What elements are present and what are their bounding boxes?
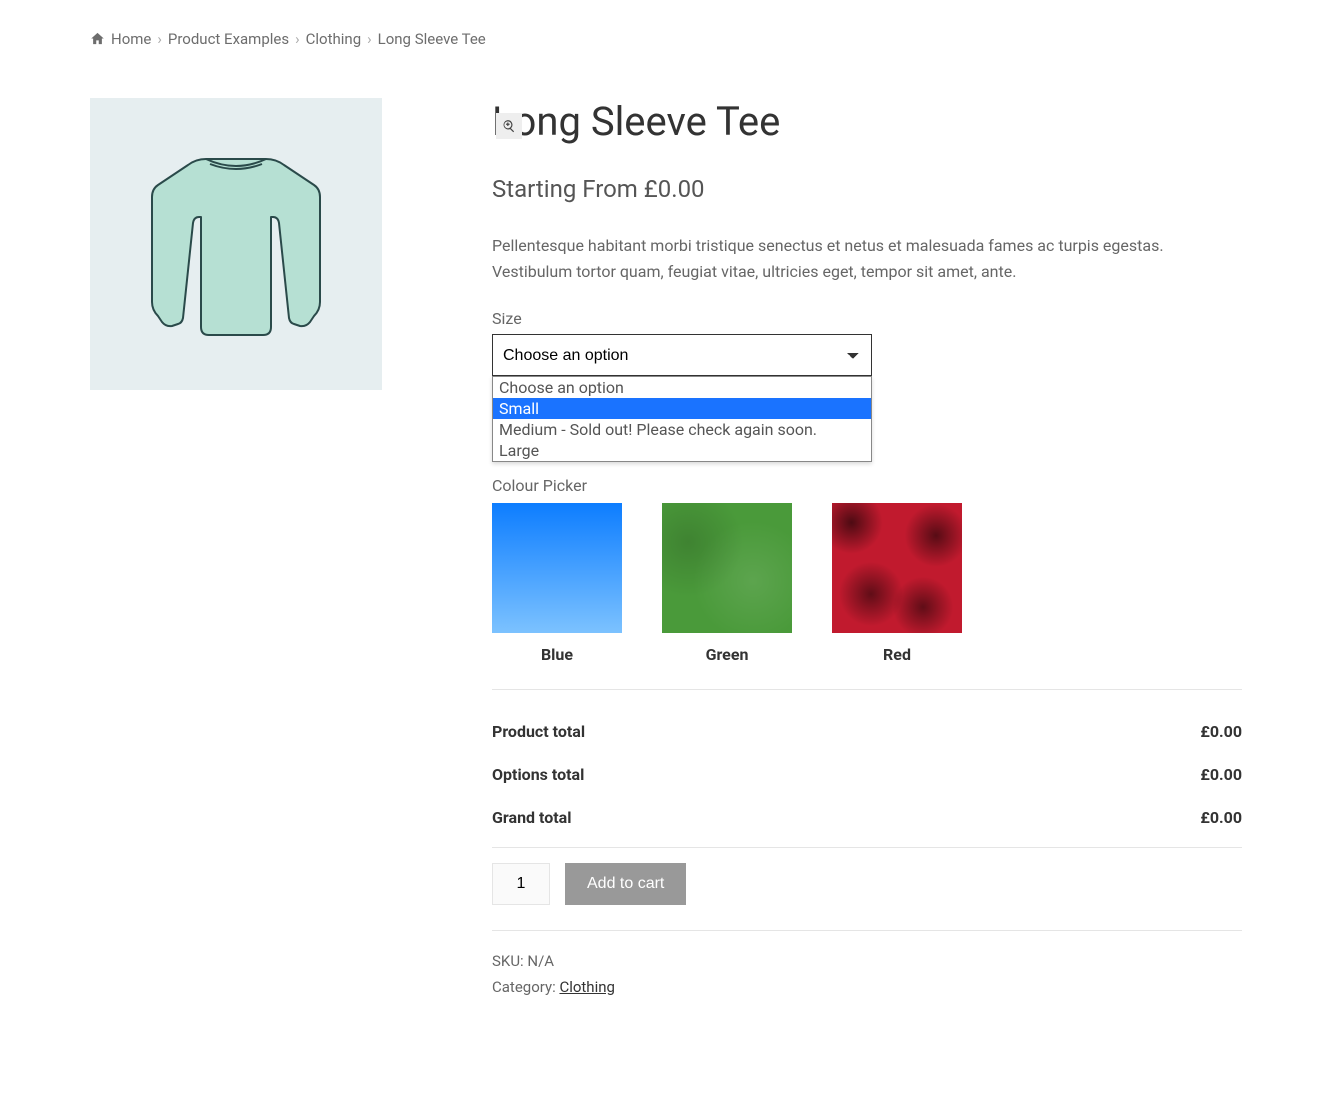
total-value: £0.00 xyxy=(1200,722,1242,741)
colour-chip xyxy=(492,503,622,633)
breadcrumb-current: Long Sleeve Tee xyxy=(378,30,486,48)
product-title: Long Sleeve Tee xyxy=(492,98,1242,145)
product-description: Pellentesque habitant morbi tristique se… xyxy=(492,233,1242,284)
colour-swatch-red[interactable]: Red xyxy=(832,503,962,664)
sku-value: N/A xyxy=(527,952,554,970)
total-row: Product total £0.00 xyxy=(492,710,1242,753)
size-option[interactable]: Medium - Sold out! Please check again so… xyxy=(493,419,871,440)
category-label: Category: xyxy=(492,978,559,996)
sku-label: SKU: xyxy=(492,952,527,970)
category-link[interactable]: Clothing xyxy=(559,978,615,996)
size-option[interactable]: Large xyxy=(493,440,871,461)
colour-name: Red xyxy=(832,645,962,664)
total-label: Grand total xyxy=(492,808,571,827)
breadcrumb-home[interactable]: Home xyxy=(111,30,151,48)
colour-chip xyxy=(832,503,962,633)
quantity-input[interactable] xyxy=(492,863,550,905)
add-to-cart-button[interactable]: Add to cart xyxy=(565,863,686,905)
size-label: Size xyxy=(492,309,1242,328)
colour-name: Blue xyxy=(492,645,622,664)
zoom-button[interactable] xyxy=(496,113,522,139)
chevron-right-icon: › xyxy=(367,30,372,48)
total-value: £0.00 xyxy=(1200,765,1242,784)
price-value: £0.00 xyxy=(644,175,705,203)
chevron-right-icon: › xyxy=(295,30,300,48)
total-row: Options total £0.00 xyxy=(492,753,1242,796)
total-row: Grand total £0.00 xyxy=(492,796,1242,848)
colour-swatch-blue[interactable]: Blue xyxy=(492,503,622,664)
total-label: Options total xyxy=(492,765,584,784)
product-meta: SKU: N/A Category: Clothing xyxy=(492,949,1242,1000)
product-image[interactable] xyxy=(90,98,382,390)
colour-swatch-green[interactable]: Green xyxy=(662,503,792,664)
totals-block: Product total£0.00Options total£0.00Gran… xyxy=(492,689,1242,848)
magnify-plus-icon xyxy=(502,119,516,133)
price-prefix: Starting From xyxy=(492,175,644,203)
breadcrumb: Home › Product Examples › Clothing › Lon… xyxy=(90,30,1242,48)
product-price: Starting From £0.00 xyxy=(492,175,1242,203)
colour-chip xyxy=(662,503,792,633)
home-icon xyxy=(90,30,105,48)
size-dropdown-list: Choose an optionSmallMedium - Sold out! … xyxy=(492,376,872,462)
size-option[interactable]: Choose an option xyxy=(493,377,871,398)
breadcrumb-product-examples[interactable]: Product Examples xyxy=(168,30,289,48)
product-gallery xyxy=(90,98,452,1000)
size-option[interactable]: Small xyxy=(493,398,871,419)
total-label: Product total xyxy=(492,722,585,741)
colour-name: Green xyxy=(662,645,792,664)
chevron-right-icon: › xyxy=(157,30,162,48)
breadcrumb-clothing[interactable]: Clothing xyxy=(306,30,362,48)
size-select[interactable]: Choose an option xyxy=(492,334,872,376)
total-value: £0.00 xyxy=(1200,808,1242,827)
colour-label: Colour Picker xyxy=(492,476,1242,495)
